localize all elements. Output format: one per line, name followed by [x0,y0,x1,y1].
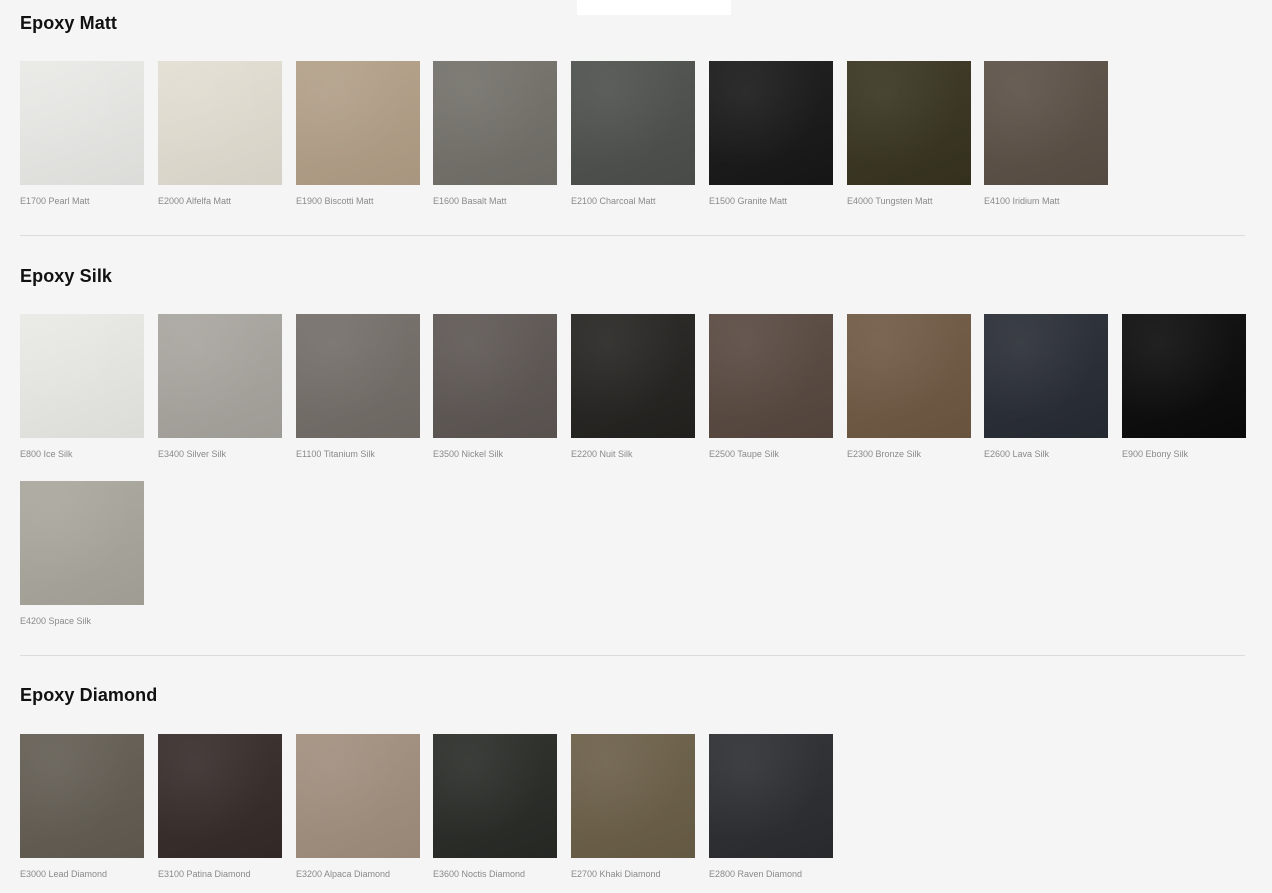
swatch-color-chip[interactable] [20,314,144,438]
swatch-label: E2300 Bronze Silk [847,449,922,459]
swatch-label: E2600 Lava Silk [984,449,1050,459]
swatch-color-chip[interactable] [984,314,1108,438]
swatch-color-chip[interactable] [709,61,833,185]
swatch-color-chip[interactable] [20,61,144,185]
swatch-item[interactable]: E4100 Iridium Matt [984,61,1109,206]
swatch-item[interactable]: E1600 Basalt Matt [433,61,558,206]
swatch-item[interactable]: E2600 Lava Silk [984,314,1109,459]
swatch-item[interactable]: E3400 Silver Silk [158,314,283,459]
swatch-color-chip[interactable] [158,314,282,438]
swatch-label: E3400 Silver Silk [158,449,227,459]
swatch-item[interactable]: E800 Ice Silk [20,314,145,459]
section-divider [20,235,1245,236]
swatch-label: E4000 Tungsten Matt [847,196,933,206]
swatch-item[interactable]: E3200 Alpaca Diamond [296,734,421,879]
swatch-label: E4100 Iridium Matt [984,196,1060,206]
swatch-item[interactable]: E2200 Nuit Silk [571,314,696,459]
swatch-item[interactable]: E3100 Patina Diamond [158,734,283,879]
swatch-color-chip[interactable] [20,481,144,605]
swatch-item[interactable]: E2500 Taupe Silk [709,314,834,459]
swatch-item[interactable]: E1100 Titanium Silk [296,314,421,459]
swatch-label: E3600 Noctis Diamond [433,869,526,879]
swatch-item[interactable]: E4200 Space Silk [20,481,145,626]
swatch-item[interactable]: E4000 Tungsten Matt [847,61,972,206]
swatch-label: E2200 Nuit Silk [571,449,633,459]
swatch-color-chip[interactable] [847,314,971,438]
swatch-label: E4200 Space Silk [20,616,92,626]
swatch-color-chip[interactable] [296,61,420,185]
swatch-label: E1100 Titanium Silk [296,449,375,459]
swatch-item[interactable]: E2300 Bronze Silk [847,314,972,459]
swatch-color-chip[interactable] [571,734,695,858]
section-title: Epoxy Matt [20,13,118,33]
swatch-color-chip[interactable] [571,314,695,438]
swatch-item[interactable]: E2700 Khaki Diamond [571,734,696,879]
swatch-item[interactable]: E3000 Lead Diamond [20,734,145,879]
swatch-label: E2800 Raven Diamond [709,869,803,879]
swatch-label: E3100 Patina Diamond [158,869,251,879]
swatch-item[interactable]: E1900 Biscotti Matt [296,61,421,206]
swatch-item[interactable]: E1500 Granite Matt [709,61,834,206]
swatch-label: E1600 Basalt Matt [433,196,507,206]
swatch-label: E1900 Biscotti Matt [296,196,374,206]
swatch-label: E3500 Nickel Silk [433,449,504,459]
swatch-label: E2100 Charcoal Matt [571,196,656,206]
swatch-label: E1500 Granite Matt [709,196,788,206]
swatch-catalog-page: Epoxy Matt E1700 Pearl Matt E2000 Alfelfa… [0,0,1272,893]
section-title: Epoxy Diamond [20,685,158,705]
swatch-color-chip[interactable] [433,314,557,438]
swatch-color-chip[interactable] [158,61,282,185]
swatch-label: E3200 Alpaca Diamond [296,869,391,879]
swatch-item[interactable]: E900 Ebony Silk [1122,314,1247,459]
swatch-color-chip[interactable] [296,314,420,438]
swatch-color-chip[interactable] [709,734,833,858]
swatch-color-chip[interactable] [847,61,971,185]
swatch-label: E1700 Pearl Matt [20,196,90,206]
swatch-item[interactable]: E2100 Charcoal Matt [571,61,696,206]
swatch-color-chip[interactable] [571,61,695,185]
top-overlay-tab [577,0,731,15]
swatch-label: E900 Ebony Silk [1122,449,1189,459]
swatch-color-chip[interactable] [433,734,557,858]
swatch-label: E3000 Lead Diamond [20,869,108,879]
swatch-color-chip[interactable] [1122,314,1246,438]
swatch-label: E800 Ice Silk [20,449,73,459]
swatch-color-chip[interactable] [20,734,144,858]
swatch-label: E2700 Khaki Diamond [571,869,661,879]
swatch-color-chip[interactable] [433,61,557,185]
swatch-color-chip[interactable] [158,734,282,858]
swatch-item[interactable]: E3600 Noctis Diamond [433,734,558,879]
swatch-label: E2500 Taupe Silk [709,449,779,459]
swatch-item[interactable]: E1700 Pearl Matt [20,61,145,206]
swatch-item[interactable]: E3500 Nickel Silk [433,314,558,459]
section-divider [20,655,1245,656]
swatch-color-chip[interactable] [709,314,833,438]
swatch-label: E2000 Alfelfa Matt [158,196,232,206]
swatch-color-chip[interactable] [296,734,420,858]
swatch-item[interactable]: E2000 Alfelfa Matt [158,61,283,206]
swatch-item[interactable]: E2800 Raven Diamond [709,734,834,879]
swatch-color-chip[interactable] [984,61,1108,185]
section-title: Epoxy Silk [20,266,113,286]
